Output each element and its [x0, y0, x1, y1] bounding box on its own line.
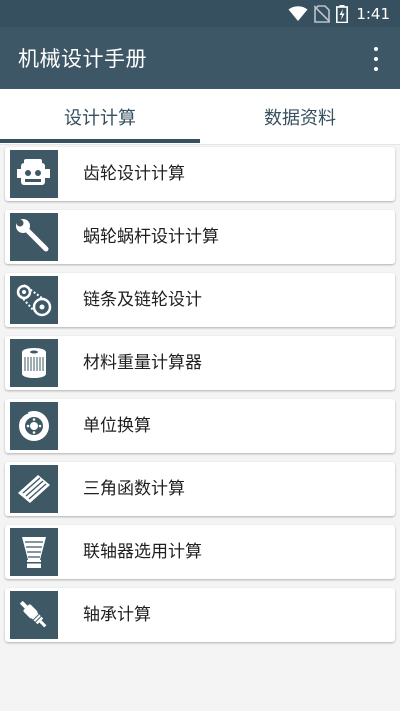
list-item-label: 三角函数计算 — [83, 479, 185, 499]
list-item-label: 蜗轮蜗杆设计计算 — [83, 227, 219, 247]
list-item-label: 单位换算 — [83, 416, 151, 436]
tab-data-resources[interactable]: 数据资料 — [200, 89, 400, 144]
list-item-label: 联轴器选用计算 — [83, 542, 202, 562]
list-item-material-weight[interactable]: 材料重量计算器 — [5, 336, 395, 390]
list-item-gear-design[interactable]: 齿轮设计计算 — [5, 147, 395, 201]
tab-bar: 设计计算 数据资料 — [0, 89, 400, 145]
chain-sprocket-icon — [10, 276, 58, 324]
tab-indicator — [0, 139, 200, 143]
battery-charging-icon — [336, 5, 349, 23]
app-bar: 机械设计手册 — [0, 27, 400, 89]
list-item-chain-sprocket[interactable]: 链条及链轮设计 — [5, 273, 395, 327]
list-item-trig-functions[interactable]: 三角函数计算 — [5, 462, 395, 516]
wifi-icon — [288, 6, 308, 21]
brake-disc-icon — [10, 402, 58, 450]
status-icons: 1:41 — [288, 4, 390, 24]
list-item-worm-gear[interactable]: 蜗轮蜗杆设计计算 — [5, 210, 395, 264]
list-item-label: 齿轮设计计算 — [83, 164, 185, 184]
list-item-label: 材料重量计算器 — [83, 353, 202, 373]
status-bar: 1:41 — [0, 0, 400, 27]
app-title: 机械设计手册 — [18, 47, 147, 71]
tab-design-calc[interactable]: 设计计算 — [0, 89, 200, 144]
cone-filter-icon — [10, 528, 58, 576]
list-item-label: 链条及链轮设计 — [83, 290, 202, 310]
overflow-menu-icon[interactable] — [366, 47, 386, 71]
filter-canister-icon — [10, 339, 58, 387]
air-filter-panel-icon — [10, 465, 58, 513]
no-sim-icon — [314, 5, 331, 23]
wrench-icon — [10, 213, 58, 261]
status-time: 1:41 — [356, 5, 390, 23]
list-item-label: 轴承计算 — [83, 605, 151, 625]
list-item-unit-conversion[interactable]: 单位换算 — [5, 399, 395, 453]
gear-engine-icon — [10, 150, 58, 198]
list-item-bearing-calc[interactable]: 轴承计算 — [5, 588, 395, 642]
list-item-coupling-selection[interactable]: 联轴器选用计算 — [5, 525, 395, 579]
spark-plug-icon — [10, 591, 58, 639]
